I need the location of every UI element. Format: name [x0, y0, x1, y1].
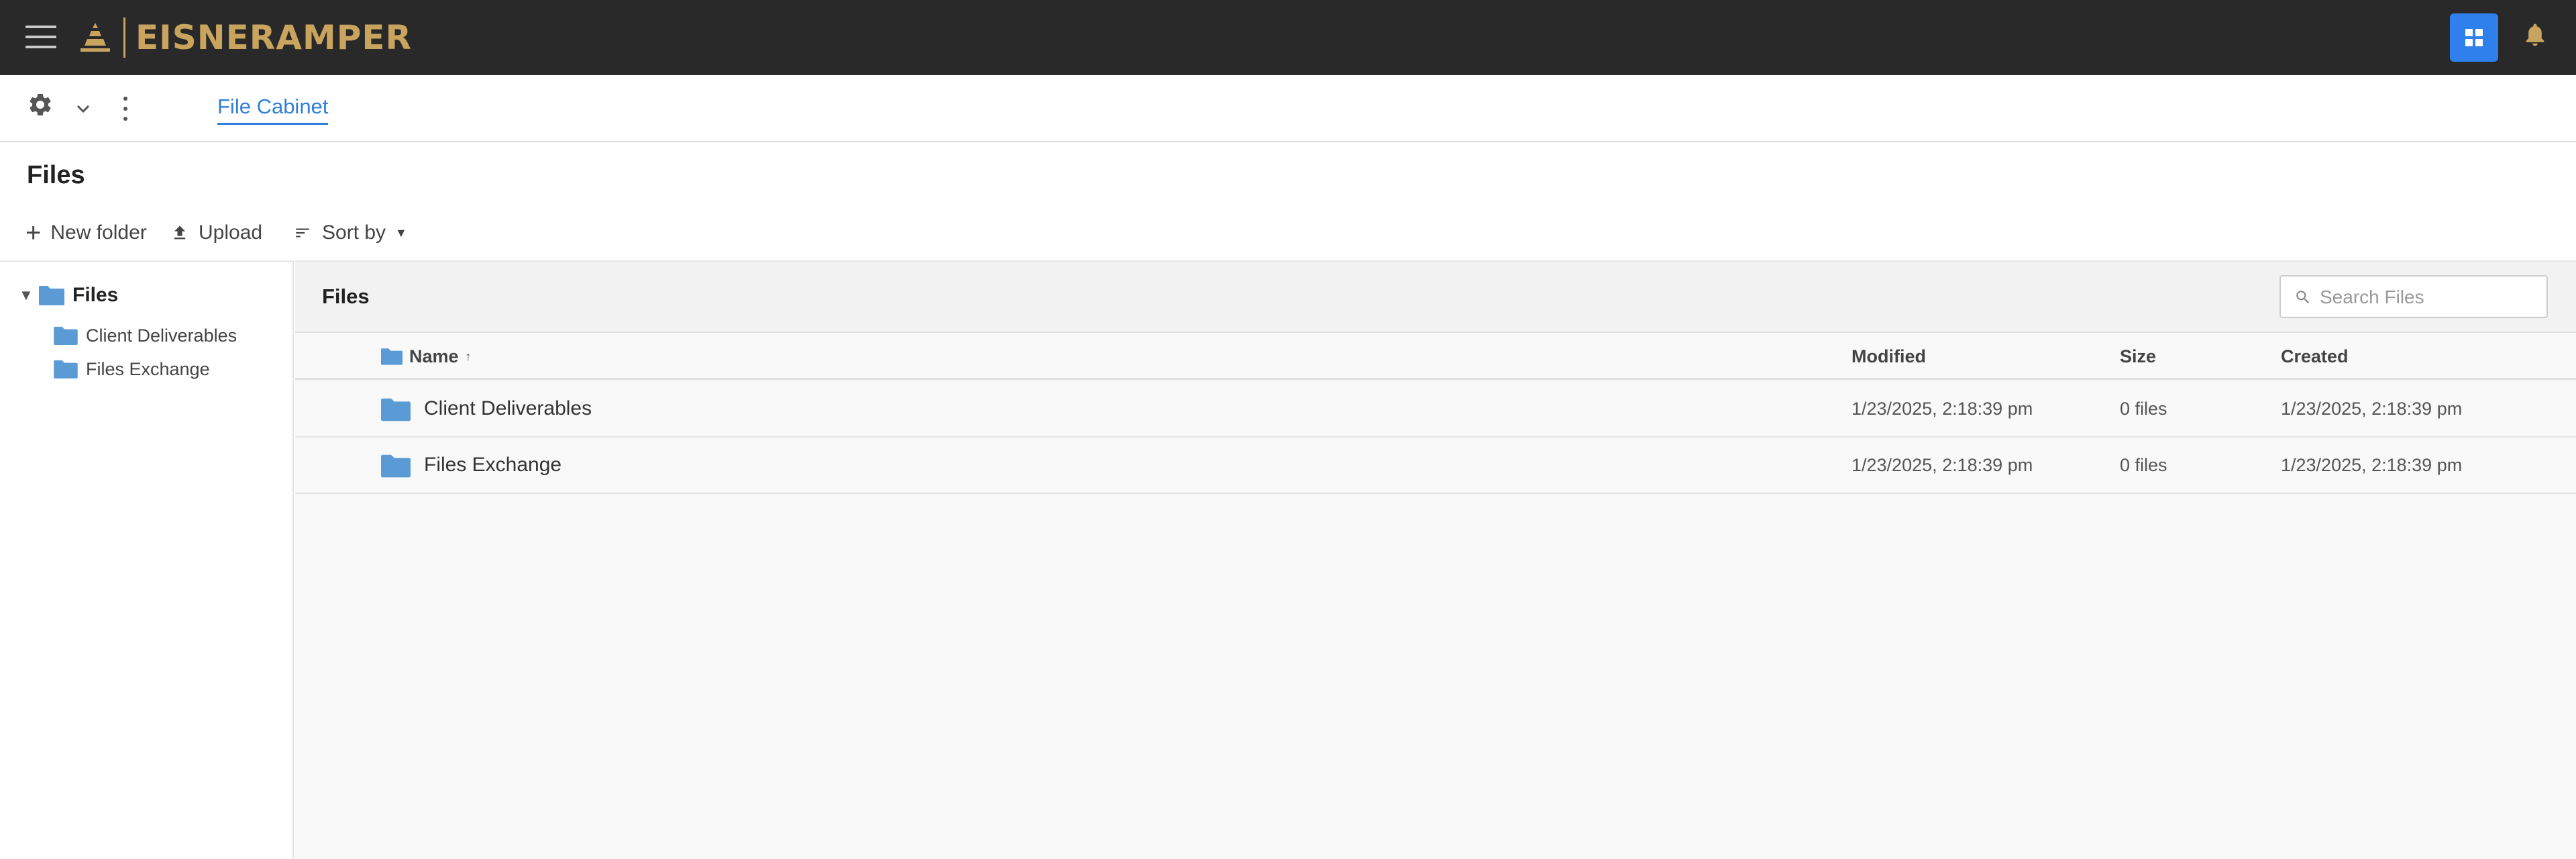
folder-icon: [381, 398, 411, 421]
folder-icon: [54, 326, 78, 345]
row-size: 0 files: [2120, 399, 2167, 419]
tree-item-label: Client Deliverables: [86, 325, 237, 346]
column-header-name[interactable]: Name ↑: [381, 345, 472, 368]
folder-icon: [39, 286, 64, 305]
upload-button[interactable]: Upload: [170, 218, 262, 248]
search-input[interactable]: [2320, 285, 2534, 310]
tree-item-label: Files Exchange: [86, 358, 210, 379]
row-modified: 1/23/2025, 2:18:39 pm: [1851, 455, 2033, 475]
page-title: Files: [27, 161, 85, 189]
upload-label: Upload: [199, 221, 263, 244]
row-size: 0 files: [2120, 455, 2167, 475]
files-panel-title: Files: [322, 285, 370, 308]
sort-icon: [296, 228, 309, 238]
caret-down-icon: ▼: [395, 225, 407, 240]
tree-root-label: Files: [72, 284, 119, 306]
top-navigation-bar: EISNERAMPER: [0, 0, 2576, 75]
sort-by-button[interactable]: Sort by ▼: [292, 218, 407, 248]
brand-wordmark: EISNERAMPER: [136, 18, 413, 57]
column-header-created[interactable]: Created: [2281, 345, 2349, 368]
folder-icon: [381, 348, 402, 365]
row-created: 1/23/2025, 2:18:39 pm: [2281, 399, 2463, 419]
row-name[interactable]: Files Exchange: [424, 454, 561, 476]
row-created: 1/23/2025, 2:18:39 pm: [2281, 455, 2463, 475]
column-header-name-label: Name: [409, 346, 459, 366]
plus-icon: +: [25, 218, 42, 248]
folder-icon: [54, 360, 78, 378]
apps-grid-button[interactable]: [2450, 13, 2498, 62]
kebab-menu-icon[interactable]: [121, 94, 130, 123]
tree-item-files-exchange[interactable]: Files Exchange: [54, 356, 210, 383]
brand-divider: [123, 17, 125, 58]
tree-item-client-deliverables[interactable]: Client Deliverables: [54, 322, 237, 349]
upload-icon: [174, 225, 186, 240]
sort-ascending-icon: ↑: [465, 350, 472, 363]
folder-tree: ▼ Files Client Deliverables Files Exchan…: [0, 260, 294, 859]
new-folder-button[interactable]: + New folder: [25, 218, 147, 248]
hamburger-menu-icon[interactable]: [25, 26, 56, 50]
brand-logo-icon: [80, 23, 110, 52]
new-folder-label: New folder: [50, 221, 147, 244]
secondary-toolbar: File Cabinet: [0, 75, 2576, 142]
row-name[interactable]: Client Deliverables: [424, 397, 592, 420]
tree-item-files[interactable]: ▼ Files: [19, 282, 118, 309]
search-files-box[interactable]: [2279, 275, 2548, 318]
folder-icon: [381, 454, 411, 478]
gear-icon[interactable]: [27, 91, 54, 118]
table-row[interactable]: Client Deliverables 1/23/2025, 2:18:39 p…: [295, 381, 2576, 438]
row-modified: 1/23/2025, 2:18:39 pm: [1851, 399, 2033, 419]
chevron-down-icon[interactable]: [75, 103, 91, 114]
search-icon: [2296, 291, 2310, 304]
files-panel: Files Name ↑ Modified Size Created Clien…: [295, 260, 2576, 859]
sort-by-label: Sort by: [322, 221, 386, 244]
bell-icon[interactable]: [2522, 21, 2548, 50]
table-header: Name ↑ Modified Size Created: [295, 333, 2576, 380]
column-header-modified[interactable]: Modified: [1851, 345, 1926, 368]
column-header-size[interactable]: Size: [2120, 345, 2156, 368]
table-row[interactable]: Files Exchange 1/23/2025, 2:18:39 pm 0 f…: [295, 438, 2576, 494]
expand-triangle-icon[interactable]: ▼: [19, 287, 34, 304]
files-panel-header: Files: [295, 262, 2576, 333]
tab-file-cabinet[interactable]: File Cabinet: [217, 91, 329, 125]
